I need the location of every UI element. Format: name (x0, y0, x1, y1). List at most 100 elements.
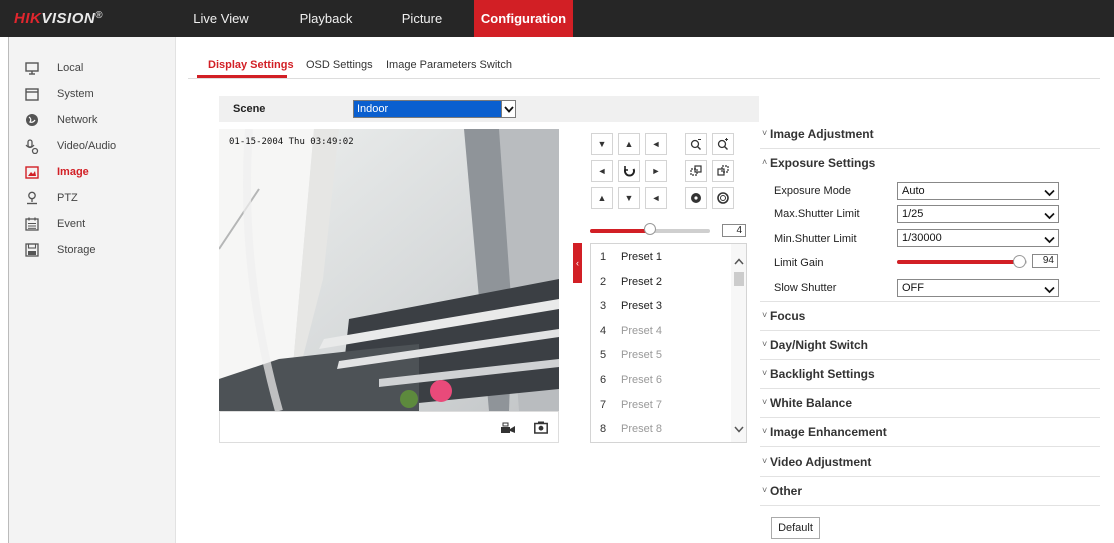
iris-open-icon (717, 192, 729, 204)
preset-row[interactable]: 3 Preset 3 (591, 293, 731, 318)
config-sidebar: Local System Network Video/Audio Image P… (8, 37, 176, 543)
zoom-in-button[interactable] (712, 133, 734, 155)
ptz-left-button[interactable]: ◄ (591, 160, 613, 182)
nav-playback[interactable]: Playback (291, 0, 361, 37)
scene-bar: Scene Indoor (219, 96, 759, 122)
ptz-auto-button[interactable] (618, 160, 640, 182)
nav-picture[interactable]: Picture (392, 0, 452, 37)
section-exposure-settings[interactable]: ˄ Exposure Settings (760, 149, 1100, 178)
live-video[interactable]: 01-15-2004 Thu 03:49:02 (219, 129, 559, 411)
ptz-icon (25, 191, 39, 205)
sidebar-item-event[interactable]: Event (9, 212, 177, 236)
collapse-ptz-panel-button[interactable]: ‹ (573, 243, 582, 283)
osd-timestamp: 01-15-2004 Thu 03:49:02 (229, 137, 354, 147)
ptz-speed-value[interactable]: 4 (722, 224, 746, 237)
scene-select[interactable]: Indoor (353, 100, 516, 118)
chevron-down-icon (1044, 209, 1055, 223)
tab-divider (188, 78, 1100, 79)
chevron-down-icon (1044, 233, 1055, 247)
sidebar-item-storage[interactable]: Storage (9, 238, 177, 262)
nav-live-view[interactable]: Live View (191, 0, 251, 37)
sidebar-item-ptz[interactable]: PTZ (9, 186, 177, 210)
focus-near-icon (690, 165, 702, 176)
chevron-down-icon (1044, 186, 1055, 200)
max-shutter-label: Max.Shutter Limit (774, 208, 860, 220)
section-day-night-switch[interactable]: ˅ Day/Night Switch (760, 331, 1100, 360)
preset-row[interactable]: 2 Preset 2 (591, 269, 731, 294)
ptz-down-left-button[interactable]: ▲ (591, 187, 613, 209)
ptz-right-button[interactable]: ► (645, 160, 667, 182)
chevron-down-icon: ˅ (762, 310, 768, 320)
section-image-adjustment[interactable]: ˅ Image Adjustment (760, 120, 1100, 149)
preset-name: Preset 5 (621, 349, 662, 362)
section-video-adjustment[interactable]: ˅ Video Adjustment (760, 448, 1100, 477)
tab-display-settings[interactable]: Display Settings (208, 59, 294, 71)
preset-name: Preset 4 (621, 324, 662, 337)
zoom-in-icon (717, 138, 728, 150)
scroll-up-icon[interactable] (734, 254, 744, 268)
preset-number: 4 (600, 324, 607, 337)
sidebar-item-local[interactable]: Local (9, 56, 177, 80)
preset-row[interactable]: 7 Preset 7 (591, 392, 731, 417)
chevron-down-icon: ˅ (762, 339, 768, 349)
iris-close-icon (691, 193, 701, 203)
focus-far-button[interactable] (712, 160, 734, 182)
tab-image-parameters-switch[interactable]: Image Parameters Switch (386, 59, 512, 71)
scroll-down-icon[interactable] (734, 422, 744, 436)
min-shutter-label: Min.Shutter Limit (774, 233, 857, 245)
chevron-left-icon: ‹ (576, 258, 579, 268)
sidebar-item-system[interactable]: System (9, 82, 177, 106)
min-shutter-select[interactable]: 1/30000 (897, 229, 1059, 247)
default-button[interactable]: Default (771, 517, 820, 539)
preset-number: 3 (600, 300, 607, 313)
chevron-down-icon: ˅ (762, 368, 768, 378)
preset-row[interactable]: 4 Preset 4 (591, 318, 731, 343)
preset-row[interactable]: 6 Preset 6 (591, 367, 731, 392)
monitor-icon (25, 61, 39, 75)
globe-icon (25, 113, 39, 127)
chevron-down-icon (501, 101, 515, 117)
preset-scrollbar[interactable] (731, 244, 746, 442)
exposure-mode-select[interactable]: Auto (897, 182, 1059, 200)
preset-number: 7 (600, 398, 607, 411)
video-audio-icon (25, 138, 39, 154)
focus-near-button[interactable] (685, 160, 707, 182)
ptz-up-button[interactable]: ▲ (618, 133, 640, 155)
max-shutter-select[interactable]: 1/25 (897, 205, 1059, 223)
sidebar-item-image[interactable]: Image (9, 160, 177, 184)
limit-gain-value[interactable]: 94 (1032, 254, 1058, 268)
iris-close-button[interactable] (685, 187, 707, 209)
preset-row[interactable]: 1 Preset 1 (591, 244, 731, 269)
section-white-balance[interactable]: ˅ White Balance (760, 389, 1100, 418)
preset-row[interactable]: 8 Preset 8 (591, 416, 731, 441)
ptz-up-left-button[interactable]: ▼ (591, 133, 613, 155)
slow-shutter-select[interactable]: OFF (897, 279, 1059, 297)
ptz-down-button[interactable]: ▼ (618, 187, 640, 209)
snapshot-icon[interactable] (534, 421, 548, 437)
ptz-down-right-button[interactable]: ◄ (645, 187, 667, 209)
preset-number: 5 (600, 349, 607, 362)
sidebar-item-network[interactable]: Network (9, 108, 177, 132)
preset-name: Preset 1 (621, 251, 662, 263)
iris-open-button[interactable] (712, 187, 734, 209)
zoom-out-button[interactable] (685, 133, 707, 155)
auto-rotate-icon (623, 165, 635, 176)
preset-scroll-thumb[interactable] (734, 272, 744, 286)
calendar-icon (25, 217, 39, 231)
nav-configuration[interactable]: Configuration (474, 0, 573, 37)
section-focus[interactable]: ˅ Focus (760, 302, 1100, 331)
chevron-down-icon: ˅ (762, 456, 768, 466)
section-other[interactable]: ˅ Other (760, 477, 1100, 506)
tab-osd-settings[interactable]: OSD Settings (306, 59, 373, 71)
preset-name: Preset 6 (621, 374, 662, 386)
preset-row[interactable]: 5 Preset 5 (591, 342, 731, 367)
ptz-up-right-button[interactable]: ◄ (645, 133, 667, 155)
section-image-enhancement[interactable]: ˅ Image Enhancement (760, 418, 1100, 447)
limit-gain-handle[interactable] (1013, 255, 1027, 268)
section-backlight-settings[interactable]: ˅ Backlight Settings (760, 360, 1100, 389)
record-icon[interactable] (501, 422, 515, 437)
sidebar-item-video-audio[interactable]: Video/Audio (9, 134, 177, 158)
chevron-down-icon: ˅ (762, 426, 768, 436)
ptz-speed-handle[interactable] (644, 223, 656, 235)
limit-gain-slider[interactable] (897, 260, 1027, 264)
